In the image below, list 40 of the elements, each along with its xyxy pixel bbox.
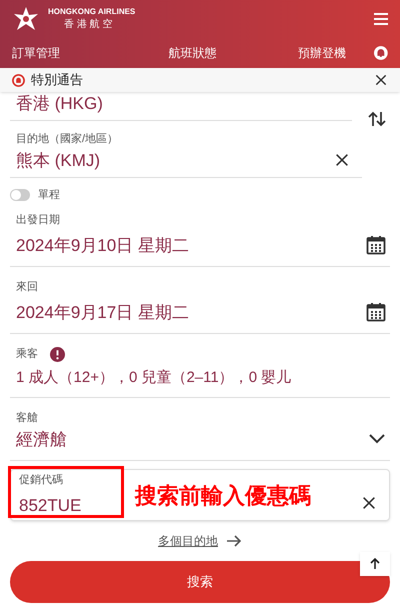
swap-icon[interactable] [368, 111, 386, 127]
menu-icon[interactable] [374, 13, 388, 25]
arrow-right-icon [226, 535, 242, 547]
field-label: 客艙 [16, 410, 39, 426]
logo-icon [12, 6, 40, 32]
field-value: 2024年9月17日 星期二 [16, 302, 189, 324]
clear-icon[interactable] [361, 495, 377, 511]
annotation-text: 搜索前輸入優惠碼 [135, 482, 311, 510]
field-value: 熊本 (KMJ) [16, 150, 100, 172]
nav-link[interactable]: 預辦登機 [298, 44, 374, 62]
field-value: 2024年9月10日 星期二 [16, 234, 189, 256]
field-value: 1 成人（12+），0 兒童（2–11），0 嬰儿 [16, 368, 292, 388]
scroll-top-button[interactable] [360, 552, 390, 576]
arrow-up-icon [370, 558, 380, 570]
calendar-icon[interactable] [366, 302, 386, 322]
alert-icon[interactable] [50, 346, 65, 362]
field-label: 來回 [16, 280, 39, 295]
search-button[interactable]: 搜索 [10, 561, 390, 603]
toggle-label: 單程 [38, 188, 60, 203]
field-label: 出發日期 [16, 213, 61, 228]
clear-icon[interactable] [334, 152, 350, 168]
bell-icon[interactable] [374, 46, 388, 60]
bell-icon [12, 74, 25, 86]
notice-title: 特別通告 [31, 71, 83, 90]
field-value: 852TUE [19, 494, 82, 516]
field-value: 香港 (HKG) [16, 93, 103, 116]
promo-code-field[interactable]: 促銷代碼 852TUE 搜索前輸入優惠碼 [10, 469, 390, 521]
brand-name: HONGKONG AIRLINES [48, 8, 136, 16]
nav-link[interactable]: 訂單管理 [12, 44, 169, 62]
field-value: 經濟艙 [16, 428, 67, 450]
toggle-switch[interactable] [10, 189, 30, 201]
nav-link[interactable]: 航班狀態 [168, 44, 298, 62]
field-label: 促銷代碼 [19, 473, 64, 488]
field-label: 乘客 [16, 346, 38, 362]
field-label: 目的地（國家/地區） [16, 132, 120, 147]
calendar-icon[interactable] [366, 235, 386, 256]
close-icon[interactable] [374, 73, 388, 87]
chevron-down-icon[interactable] [368, 433, 386, 446]
brand-name-chinese: 香 港 航 空 [64, 20, 114, 30]
multi-city-link[interactable]: 多個目的地 [158, 532, 218, 550]
